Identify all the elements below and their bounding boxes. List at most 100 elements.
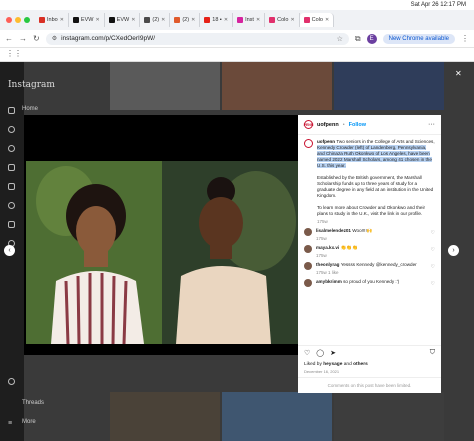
comment-text: Woo!!!!🙌 <box>352 228 373 233</box>
explore-icon[interactable] <box>8 145 15 152</box>
extensions-icon[interactable]: ⧉ <box>355 34 361 44</box>
apps-grid-icon[interactable]: ⋮⋮ <box>6 49 22 58</box>
close-tab-icon[interactable]: ✕ <box>131 17 135 23</box>
reels-icon[interactable] <box>8 164 15 171</box>
author-username[interactable]: uofpenn <box>317 122 339 128</box>
tab-title: Colo <box>311 17 323 23</box>
post-photo[interactable] <box>26 161 298 344</box>
comments-limited-notice: Comments on this post have been limited. <box>298 377 441 393</box>
commenter-username[interactable]: theonlyrag <box>316 262 339 267</box>
comment-like-heart-icon[interactable]: ♡ <box>431 281 435 287</box>
liked-by-prefix: Liked by <box>304 362 324 367</box>
like-heart-icon[interactable]: ♡ <box>304 349 310 357</box>
back-arrow-icon[interactable]: ← <box>5 34 13 43</box>
commenter-username[interactable]: lisalmelendez01 <box>316 228 351 233</box>
browser-tab[interactable]: Colo ✕ <box>265 13 300 27</box>
commenter-avatar[interactable] <box>304 262 312 270</box>
url-field[interactable]: ⚙ instagram.com/p/CXedOerI9pW/ ☆ <box>45 32 349 45</box>
browser-tab[interactable]: Inst ✕ <box>233 13 266 27</box>
messages-icon[interactable] <box>8 183 15 190</box>
tab-title: 18 ▪ <box>212 17 222 23</box>
tab-favicon-icon <box>303 17 310 23</box>
more-options-icon[interactable]: ··· <box>428 121 435 128</box>
commenter-avatar[interactable] <box>304 245 312 253</box>
liked-by-others[interactable]: others <box>353 362 368 367</box>
zoom-window-button[interactable] <box>24 17 30 23</box>
window-controls <box>6 17 30 23</box>
commenter-username[interactable]: maya.kx.vi <box>316 245 339 250</box>
close-tab-icon[interactable]: ✕ <box>325 17 329 23</box>
browser-tab[interactable]: EVW ✕ <box>69 13 105 27</box>
browser-tab[interactable]: (2) ✕ <box>140 13 171 27</box>
liked-by-user[interactable]: heysage <box>323 362 342 367</box>
close-tab-icon[interactable]: ✕ <box>60 17 64 23</box>
browser-tab[interactable]: 18 ▪ ✕ <box>200 13 234 27</box>
address-bar-row: ← → ↻ ⚙ instagram.com/p/CXedOerI9pW/ ☆ ⧉… <box>0 30 474 48</box>
more-menu-icon[interactable]: ≡ <box>8 420 12 427</box>
close-tab-icon[interactable]: ✕ <box>290 17 294 23</box>
home-icon[interactable] <box>8 107 15 114</box>
minimize-window-button[interactable] <box>15 17 21 23</box>
close-tab-icon[interactable]: ✕ <box>191 17 195 23</box>
browser-tab[interactable]: Colo ✕ <box>299 13 335 27</box>
save-bookmark-icon[interactable]: ⛉ <box>430 349 435 357</box>
tab-favicon-icon <box>108 17 115 23</box>
notifications-heart-icon[interactable] <box>8 202 15 209</box>
browser-tab[interactable]: EVW ✕ <box>105 13 141 27</box>
instagram-logo[interactable]: Instagram <box>8 80 55 90</box>
site-info-icon[interactable]: ⚙ <box>52 35 57 42</box>
tab-title: (2) <box>182 17 190 23</box>
comment-text: so proud of you Kennedy :') <box>343 279 400 284</box>
threads-label[interactable]: Threads <box>22 400 44 406</box>
menu-kebab-icon[interactable]: ⋮ <box>461 34 469 43</box>
more-label[interactable]: More <box>22 419 36 425</box>
commenter-avatar[interactable] <box>304 228 312 236</box>
browser-tab[interactable]: (2) ✕ <box>170 13 201 27</box>
tab-favicon-icon <box>237 17 244 23</box>
new-chrome-available-button[interactable]: New Chrome available <box>382 33 455 44</box>
background-grid-tile <box>110 392 220 441</box>
close-tab-icon[interactable]: ✕ <box>95 17 99 23</box>
comment-bubble-icon[interactable]: ◯ <box>316 349 324 357</box>
author-avatar[interactable]: PENN <box>304 120 313 129</box>
tab-favicon-icon <box>204 17 211 23</box>
tab-title: EVW <box>80 17 94 23</box>
commenter-username[interactable]: amybkrimm <box>316 279 342 284</box>
close-window-button[interactable] <box>6 17 12 23</box>
comment-like-heart-icon[interactable]: ♡ <box>431 264 435 270</box>
previous-post-arrow-icon[interactable]: ‹ <box>4 245 15 256</box>
reload-icon[interactable]: ↻ <box>33 34 40 43</box>
tab-title: (2) <box>152 17 160 23</box>
comment-like-heart-icon[interactable]: ♡ <box>431 230 435 236</box>
bookmark-star-icon[interactable]: ☆ <box>337 35 343 43</box>
close-modal-icon[interactable]: ✕ <box>455 69 462 78</box>
comment-like-heart-icon[interactable]: ♡ <box>431 247 435 253</box>
comments-list: lisalmelendez01 Woo!!!!🙌 175w ♡ maya.kx.vi … <box>298 225 441 287</box>
caption-paragraph-2: Established by the British government, t… <box>317 175 434 198</box>
next-post-arrow-icon[interactable]: › <box>448 245 459 256</box>
separator-dot: • <box>342 121 345 128</box>
close-tab-icon[interactable]: ✕ <box>256 17 260 23</box>
search-icon[interactable] <box>8 126 15 133</box>
caption-username[interactable]: uofpenn <box>317 139 335 144</box>
close-tab-icon[interactable]: ✕ <box>161 17 165 23</box>
follow-button[interactable]: Follow <box>349 122 366 128</box>
home-label[interactable]: Home <box>22 106 38 112</box>
menubar-status: Sat Apr 26 12:17 PM <box>411 0 466 10</box>
create-icon[interactable] <box>8 221 15 228</box>
instagram-page: Instagram Home Threads More ≡ ✕ ‹ › PENN… <box>0 62 474 441</box>
forward-arrow-icon[interactable]: → <box>19 34 27 43</box>
tab-favicon-icon <box>144 17 151 23</box>
liked-by-text: Liked by heysage and others <box>304 362 368 367</box>
share-paper-plane-icon[interactable]: ➤ <box>330 349 336 357</box>
caption-avatar[interactable] <box>304 139 313 148</box>
threads-icon[interactable] <box>8 378 15 385</box>
post-date: December 16, 2021 <box>304 369 340 374</box>
tab-title: Colo <box>277 17 289 23</box>
commenter-avatar[interactable] <box>304 279 312 287</box>
comment-text: Yessss Kennedy @kennedy_crowder <box>340 262 417 267</box>
browser-tab[interactable]: Inbo ✕ <box>35 13 69 27</box>
profile-avatar[interactable]: E <box>366 33 377 44</box>
close-tab-icon[interactable]: ✕ <box>224 17 228 23</box>
post-caption: uofpenn Two seniors in the College of Ar… <box>298 135 441 225</box>
